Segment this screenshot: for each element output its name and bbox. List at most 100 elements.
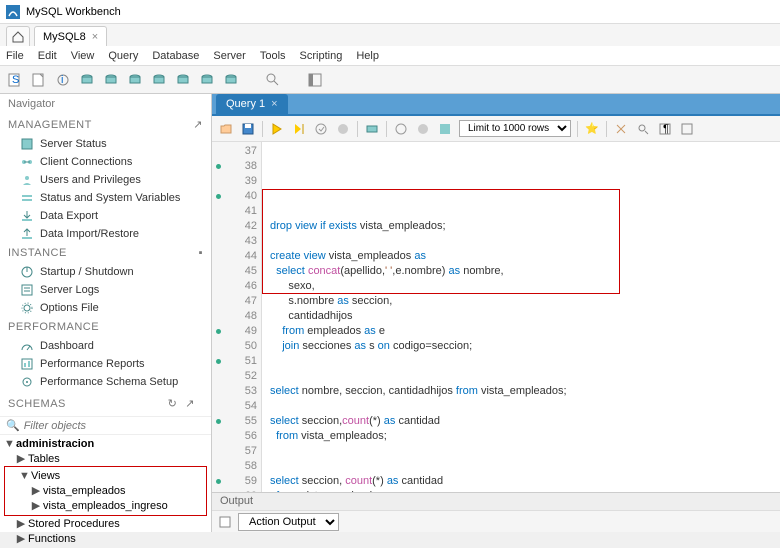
toggle-icon[interactable] — [437, 121, 453, 137]
panel-toggle-icon[interactable] — [306, 71, 324, 89]
connection-tab[interactable]: MySQL8 × — [34, 26, 107, 46]
rollback-icon[interactable] — [415, 121, 431, 137]
find-icon[interactable] — [635, 121, 651, 137]
db-icon-4[interactable] — [150, 71, 168, 89]
line-gutter: 3738394041424344454647484950515253545556… — [212, 142, 262, 492]
menu-tools[interactable]: Tools — [260, 50, 286, 62]
titlebar: MySQL Workbench — [0, 0, 780, 24]
vars-icon — [20, 191, 34, 205]
stop-icon[interactable] — [335, 121, 351, 137]
nav-client-connections[interactable]: Client Connections — [0, 153, 211, 171]
open-inspector-icon[interactable]: i — [54, 71, 72, 89]
refresh-icon[interactable]: ↻ — [168, 397, 178, 410]
svg-text:S: S — [12, 74, 19, 86]
import-icon — [20, 227, 34, 241]
schema-filter: 🔍 — [0, 416, 211, 435]
nav-perf-schema[interactable]: Performance Schema Setup — [0, 373, 211, 391]
output-header: Output — [212, 492, 780, 510]
expand-schemas-icon[interactable]: ↗ — [185, 397, 195, 410]
tree-sp[interactable]: ▶Stored Procedures — [4, 516, 207, 531]
star-icon[interactable]: ⭐ — [584, 121, 600, 137]
menu-server[interactable]: Server — [213, 50, 245, 62]
nav-dashboard[interactable]: Dashboard — [0, 337, 211, 355]
open-sql-icon[interactable] — [30, 71, 48, 89]
nav-data-export[interactable]: Data Export — [0, 207, 211, 225]
new-sql-tab-icon[interactable]: S — [6, 71, 24, 89]
search-icon[interactable] — [264, 71, 282, 89]
panel-icon[interactable] — [679, 121, 695, 137]
reports-icon — [20, 357, 34, 371]
schemas-header: SCHEMAS ↻ ↗ — [0, 391, 211, 416]
nav-server-status[interactable]: Server Status — [0, 135, 211, 153]
explain-icon[interactable] — [313, 121, 329, 137]
db-icon-3[interactable] — [126, 71, 144, 89]
nav-users-privileges[interactable]: Users and Privileges — [0, 171, 211, 189]
close-icon[interactable]: × — [271, 98, 277, 110]
open-file-icon[interactable] — [218, 121, 234, 137]
management-header: MANAGEMENT ↗ — [0, 114, 211, 135]
svg-text:i: i — [61, 74, 63, 86]
menu-view[interactable]: View — [71, 50, 95, 62]
instance-icon: ▪ — [199, 247, 203, 259]
navigator-title: Navigator — [0, 94, 211, 114]
save-icon[interactable] — [240, 121, 256, 137]
output-select[interactable]: Action Output — [238, 513, 339, 531]
instance-header: INSTANCE ▪ — [0, 243, 211, 263]
tree-view-item-1[interactable]: ▶vista_empleados — [7, 483, 204, 498]
home-icon — [11, 30, 25, 44]
commit-icon[interactable] — [364, 121, 380, 137]
tree-view-item-2[interactable]: ▶vista_empleados_ingreso — [7, 498, 204, 513]
views-highlight-box: ▼Views ▶vista_empleados ▶vista_empleados… — [4, 466, 207, 516]
editor-tab-query1[interactable]: Query 1 × — [216, 94, 288, 114]
menu-query[interactable]: Query — [108, 50, 138, 62]
db-icon-7[interactable] — [222, 71, 240, 89]
menu-file[interactable]: File — [6, 50, 24, 62]
nav-data-import[interactable]: Data Import/Restore — [0, 225, 211, 243]
db-icon-1[interactable] — [78, 71, 96, 89]
connection-tabbar: MySQL8 × — [0, 24, 780, 46]
wrap-icon[interactable]: ¶ — [657, 121, 673, 137]
code-area[interactable]: 3738394041424344454647484950515253545556… — [212, 142, 780, 492]
nav-server-logs[interactable]: Server Logs — [0, 281, 211, 299]
tree-db[interactable]: ▼administracion — [4, 437, 207, 451]
schema-filter-input[interactable] — [24, 420, 205, 432]
nav-perf-reports[interactable]: Performance Reports — [0, 355, 211, 373]
db-icon-5[interactable] — [174, 71, 192, 89]
performance-header: PERFORMANCE — [0, 317, 211, 337]
menu-edit[interactable]: Edit — [38, 50, 57, 62]
limit-select[interactable]: Limit to 1000 rows — [459, 120, 571, 137]
execute-icon[interactable] — [269, 121, 285, 137]
execute-step-icon[interactable] — [291, 121, 307, 137]
editor-tabbar: Query 1 × — [212, 94, 780, 116]
code-content[interactable]: drop view if exists vista_empleados; cre… — [262, 142, 780, 492]
nav-startup[interactable]: Startup / Shutdown — [0, 263, 211, 281]
menu-database[interactable]: Database — [152, 50, 199, 62]
schema-setup-icon — [20, 375, 34, 389]
tree-views[interactable]: ▼Views — [7, 469, 204, 483]
home-tab[interactable] — [6, 26, 30, 46]
output-action-icon[interactable] — [218, 515, 232, 529]
menubar: File Edit View Query Database Server Too… — [0, 46, 780, 66]
close-icon[interactable]: × — [92, 31, 98, 43]
beautify-icon[interactable] — [613, 121, 629, 137]
expand-icon[interactable]: ↗ — [193, 118, 203, 131]
dashboard-icon — [20, 339, 34, 353]
menu-scripting[interactable]: Scripting — [300, 50, 343, 62]
search-icon: 🔍 — [6, 419, 20, 432]
logs-icon — [20, 283, 34, 297]
schema-tree: ▼administracion ▶Tables ▼Views ▶vista_em… — [0, 435, 211, 548]
db-icon-2[interactable] — [102, 71, 120, 89]
app-title: MySQL Workbench — [26, 6, 121, 18]
options-icon — [20, 301, 34, 315]
connection-tab-label: MySQL8 — [43, 31, 86, 43]
tree-fn[interactable]: ▶Functions — [4, 531, 207, 546]
nav-options-file[interactable]: Options File — [0, 299, 211, 317]
menu-help[interactable]: Help — [356, 50, 379, 62]
tree-tables[interactable]: ▶Tables — [4, 451, 207, 466]
connections-icon — [20, 155, 34, 169]
db-icon-6[interactable] — [198, 71, 216, 89]
nav-status-vars[interactable]: Status and System Variables — [0, 189, 211, 207]
app-logo-icon — [6, 5, 20, 19]
autocommit-icon[interactable] — [393, 121, 409, 137]
server-status-icon — [20, 137, 34, 151]
